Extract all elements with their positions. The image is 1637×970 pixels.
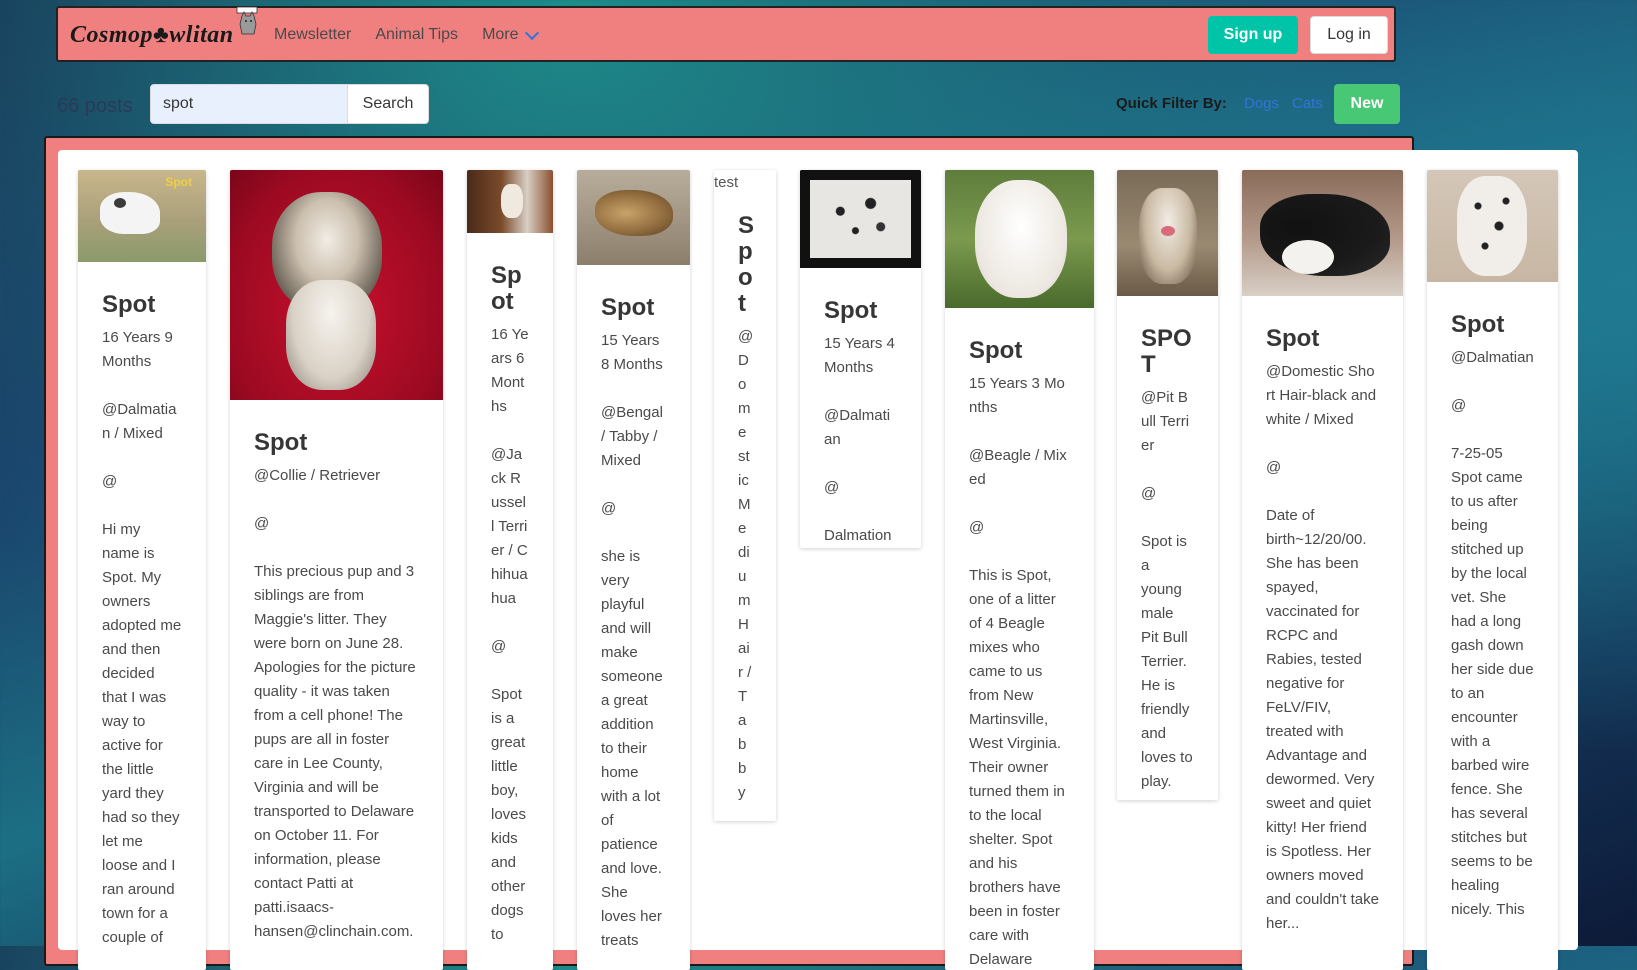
- card-description: This is Spot, one of a litter of 4 Beagl…: [969, 567, 1065, 968]
- post-count: 66 posts: [57, 95, 133, 117]
- photo-caption: Spot: [165, 175, 192, 189]
- filter-dogs-link[interactable]: Dogs: [1244, 95, 1279, 112]
- card-body: Spot @Dalmatian @ 7-25-05 Spot came to u…: [1427, 312, 1558, 922]
- card-breed: @Pit Bull Terrier: [1141, 389, 1190, 454]
- card-age: 15 Years 4 Months: [824, 335, 895, 376]
- card-description: Spot is a great little boy, loves kids a…: [491, 686, 527, 943]
- pet-photo: Spot: [78, 170, 206, 262]
- pet-card[interactable]: Spot @Domestic Short Hair-black and whit…: [1242, 170, 1403, 970]
- card-title: Spot: [1266, 325, 1320, 352]
- pet-card[interactable]: SPOT @Pit Bull Terrier @ Spot is a young…: [1117, 170, 1218, 800]
- broken-image-alt: test: [714, 174, 739, 191]
- card-at: @: [824, 479, 840, 496]
- card-breed: @Dalmatian: [824, 407, 891, 448]
- pet-card[interactable]: Spot 15 Years 4 Months @Dalmatian @ Dalm…: [800, 170, 921, 548]
- pet-card[interactable]: Spot 15 Years 3 Months @Beagle / Mixed @…: [945, 170, 1094, 970]
- search-input[interactable]: [150, 84, 348, 124]
- card-title: SPOT: [1141, 325, 1192, 378]
- cat-logo-icon: [236, 6, 258, 35]
- card-at: @: [969, 519, 985, 536]
- card-body: Spot 16 Years 6 Months @Jack Russell Ter…: [467, 263, 553, 947]
- card-breed: @Beagle / Mixed: [969, 447, 1067, 488]
- signup-button[interactable]: Sign up: [1208, 16, 1298, 54]
- nav-dropdown-more[interactable]: More: [482, 25, 539, 44]
- card-breed: @Domestic Medium Hair / Tabby: [738, 328, 754, 801]
- nav-more-label: More: [482, 26, 519, 43]
- nav-links: Mewsletter Animal Tips More: [274, 25, 539, 44]
- card-body: Spot @Collie / Retriever @ This precious…: [230, 430, 443, 944]
- nav-link-animal-tips[interactable]: Animal Tips: [375, 26, 458, 44]
- brand-logo[interactable]: Cosmop♣wlitan: [70, 22, 234, 49]
- pet-card[interactable]: Spot Spot 16 Years 9 Months @Dalmatian /…: [78, 170, 206, 970]
- pet-card[interactable]: test Spot @Domestic Medium Hair / Tabby …: [714, 170, 776, 821]
- card-at: @: [1451, 397, 1467, 414]
- pet-photo: [800, 170, 921, 268]
- card-description: she is very playful and will make someon…: [601, 548, 663, 949]
- card-at: @: [1141, 485, 1157, 502]
- nav-link-newsletter[interactable]: Mewsletter: [274, 26, 351, 44]
- card-at: @: [601, 500, 617, 517]
- card-description: Hi my name is Spot. My owners adopted me…: [102, 521, 182, 946]
- card-age: 15 Years 8 Months: [601, 332, 663, 373]
- pet-photo: [1427, 170, 1558, 282]
- card-title: Spot: [824, 297, 878, 324]
- quick-filter-label: Quick Filter By:: [1116, 95, 1227, 112]
- card-description: Date of birth~12/20/00. She has been spa…: [1266, 507, 1379, 932]
- filter-cats-link[interactable]: Cats: [1292, 95, 1323, 112]
- card-breed: @Dalmatian: [1451, 349, 1534, 366]
- brand-text: Cosmop♣wlitan: [70, 22, 234, 48]
- card-age: 15 Years 3 Months: [969, 375, 1065, 416]
- card-title: Spot: [254, 429, 308, 456]
- card-breed: @Jack Russell Terrier / Chihuahua: [491, 446, 528, 607]
- card-breed: @Collie / Retriever: [254, 467, 381, 484]
- card-at: @: [254, 515, 270, 532]
- card-title: Spot: [601, 294, 655, 321]
- card-at: @: [102, 473, 118, 490]
- pet-photo: [230, 170, 443, 400]
- card-at: @: [491, 638, 507, 655]
- card-breed: @Dalmatian / Mixed: [102, 401, 177, 442]
- card-body: SPOT @Pit Bull Terrier @ Spot is a young…: [1117, 326, 1218, 794]
- top-navbar: Cosmop♣wlitan Mewsletter Animal Tips Mor…: [56, 6, 1396, 62]
- login-button[interactable]: Log in: [1310, 16, 1388, 54]
- card-age: 16 Years 6 Months: [491, 326, 529, 415]
- card-description: 7-25-05 Spot came to us after being stit…: [1451, 445, 1534, 918]
- pet-photo: [577, 170, 690, 265]
- card-title: Spot: [102, 291, 156, 318]
- pet-photo: [1242, 170, 1403, 296]
- card-description: Dalmation: [824, 527, 892, 544]
- card-body: Spot 15 Years 8 Months @Bengal / Tabby /…: [577, 295, 690, 953]
- card-body: Spot @Domestic Medium Hair / Tabby @: [714, 213, 776, 821]
- card-breed: @Domestic Short Hair-black and white / M…: [1266, 363, 1377, 428]
- card-title: Spot: [491, 262, 522, 315]
- card-at: @: [1266, 459, 1282, 476]
- card-breed: @Bengal / Tabby / Mixed: [601, 404, 663, 469]
- new-post-button[interactable]: New: [1334, 84, 1400, 124]
- chevron-down-icon: [524, 25, 539, 41]
- pet-photo: [1117, 170, 1218, 296]
- card-description: Spot is a young male Pit Bull Terrier. H…: [1141, 533, 1193, 790]
- card-age: 16 Years 9 Months: [102, 329, 173, 370]
- pet-card[interactable]: Spot @Collie / Retriever @ This precious…: [230, 170, 443, 970]
- card-description: This precious pup and 3 siblings are fro…: [254, 563, 416, 940]
- pet-photo: [467, 170, 553, 233]
- pet-card[interactable]: Spot @Dalmatian @ 7-25-05 Spot came to u…: [1427, 170, 1558, 970]
- search-button[interactable]: Search: [347, 84, 429, 124]
- card-title: Spot: [1451, 311, 1505, 338]
- pet-card[interactable]: Spot 16 Years 6 Months @Jack Russell Ter…: [467, 170, 553, 970]
- card-body: Spot 15 Years 3 Months @Beagle / Mixed @…: [945, 338, 1094, 970]
- card-title: Spot: [738, 212, 755, 317]
- card-body: Spot @Domestic Short Hair-black and whit…: [1242, 326, 1403, 936]
- card-body: Spot 16 Years 9 Months @Dalmatian / Mixe…: [78, 292, 206, 950]
- pet-card[interactable]: Spot 15 Years 8 Months @Bengal / Tabby /…: [577, 170, 690, 970]
- card-body: Spot 15 Years 4 Months @Dalmatian @ Dalm…: [800, 298, 921, 548]
- card-title: Spot: [969, 337, 1023, 364]
- pet-photo: [945, 170, 1094, 308]
